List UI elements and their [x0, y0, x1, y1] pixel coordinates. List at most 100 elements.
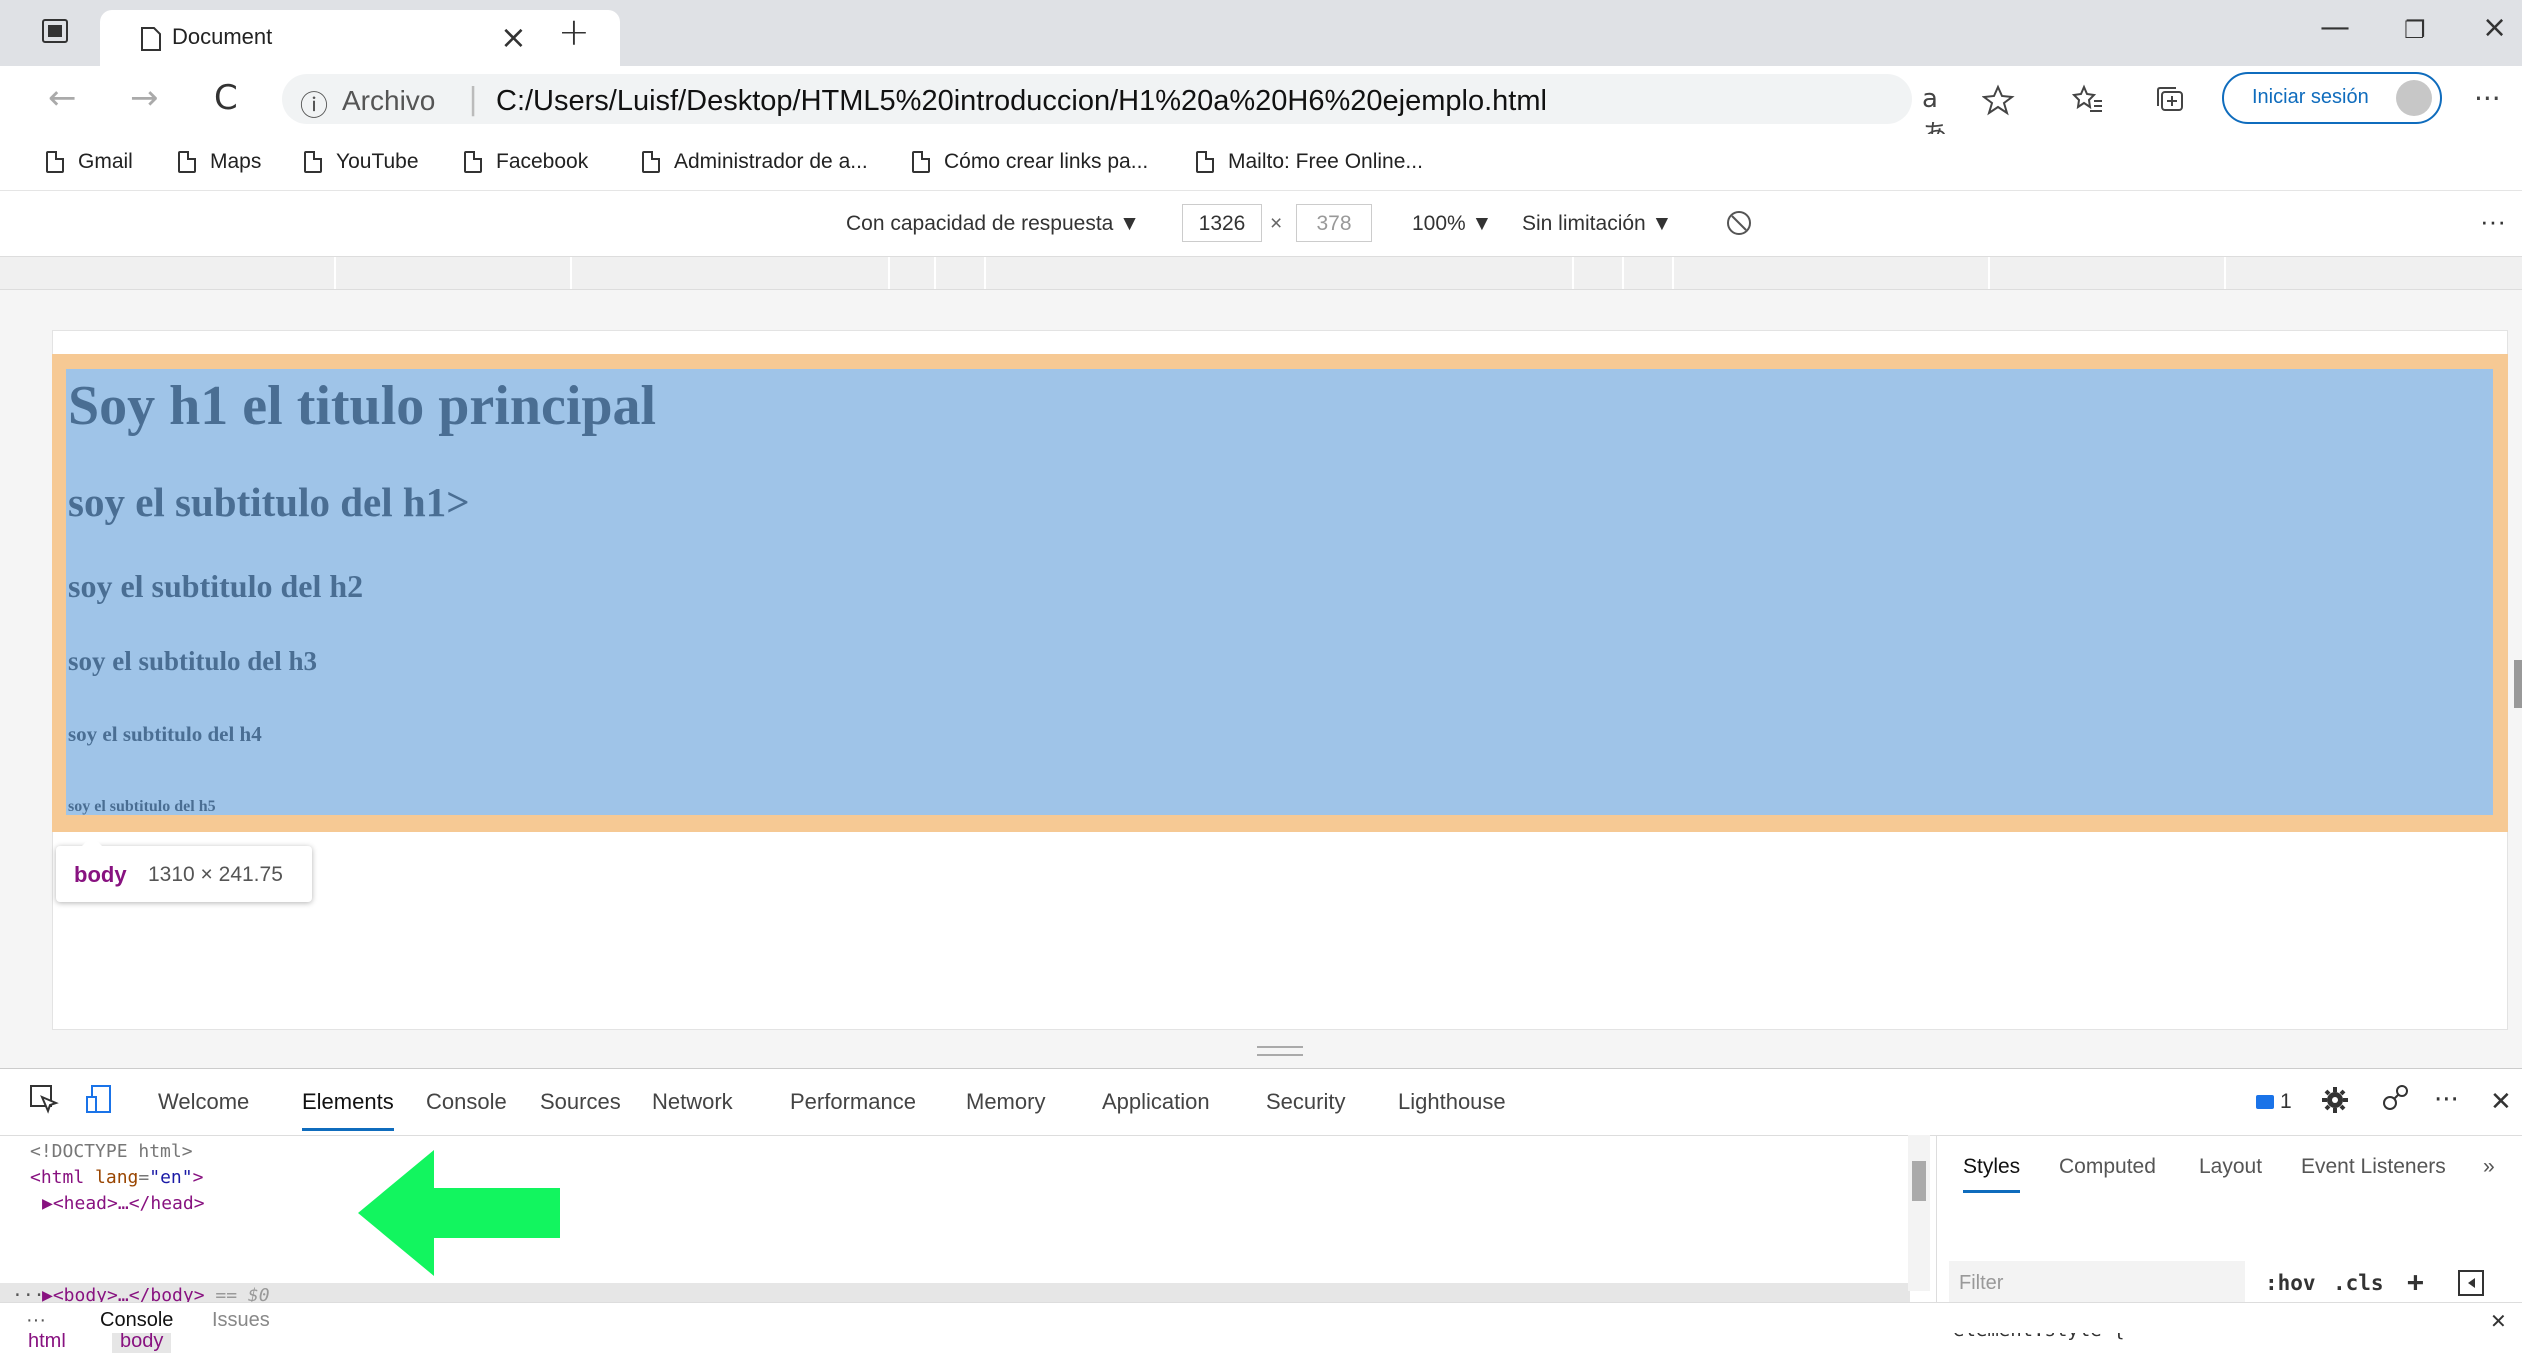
inspect-element-icon[interactable] [28, 1083, 60, 1123]
bookmark-facebook[interactable]: Facebook [464, 146, 588, 178]
tab-styles[interactable]: Styles [1963, 1155, 2021, 1193]
bookmark-mailto[interactable]: Mailto: Free Online... [1196, 146, 1423, 178]
page-icon [304, 151, 322, 173]
page-icon [178, 151, 196, 173]
browser-menu-button[interactable]: ··· [2474, 82, 2501, 115]
signin-button[interactable]: Iniciar sesión [2222, 72, 2442, 124]
address-url[interactable]: C:/Users/Luisf/Desktop/HTML5%20introducc… [496, 85, 1547, 118]
page-icon [140, 26, 162, 51]
rotate-icon[interactable] [1724, 208, 1754, 242]
styles-pane: Styles Computed Layout Event Listeners »… [1936, 1135, 2522, 1341]
dom-doctype: <!DOCTYPE html> [30, 1141, 193, 1162]
styles-more-tabs[interactable]: » [2483, 1155, 2495, 1179]
collections-icon[interactable] [2154, 84, 2186, 121]
tab-title: Document [172, 24, 273, 49]
elements-scroll-thumb[interactable] [1912, 1161, 1926, 1201]
connected-devices-icon[interactable] [2380, 1081, 2412, 1121]
dom-html-node[interactable]: <html lang="en"> [30, 1167, 203, 1188]
address-toolbar: ← → C ⓘ Archivo | C:/Users/Luisf/Desktop… [0, 66, 2522, 150]
dom-head-node[interactable]: ▶<head>…</head> [42, 1193, 205, 1214]
tab-computed[interactable]: Computed [2059, 1155, 2156, 1179]
page-icon [464, 151, 482, 173]
viewport-scrollbar[interactable] [2514, 660, 2522, 708]
heading-h1: Soy h1 el titulo principal [68, 375, 657, 437]
toggle-sidebar-icon[interactable] [2457, 1269, 2485, 1301]
tooltip-size: 1310 × 241.75 [148, 863, 283, 886]
bookmarks-bar: Gmail Maps YouTube Facebook Administrado… [0, 134, 2522, 191]
element-size-tooltip: body 1310 × 241.75 [56, 836, 312, 902]
drawer-tab-console[interactable]: Console [100, 1309, 173, 1332]
dimensions-select[interactable]: Con capacidad de respuesta ▼ [846, 212, 1140, 236]
issues-badge[interactable]: 1 [2256, 1089, 2292, 1115]
reload-button[interactable]: C [214, 78, 238, 118]
breadcrumb-html[interactable]: html [28, 1330, 66, 1353]
heading-h4: soy el subtitulo del h3 [68, 646, 318, 676]
page-icon [46, 151, 64, 173]
tab-actions-icon[interactable] [40, 16, 70, 46]
new-style-rule-button[interactable]: + [2407, 1265, 2424, 1298]
address-scheme: Archivo [342, 85, 436, 116]
dimension-times: × [1270, 212, 1283, 235]
throttle-select[interactable]: Sin limitación ▼ [1522, 212, 1672, 236]
tab-security[interactable]: Security [1266, 1089, 1345, 1115]
tab-network[interactable]: Network [652, 1089, 733, 1115]
drawer-close-button[interactable]: ✕ [2490, 1309, 2507, 1334]
heading-h6: soy el subtitulo del h5 [68, 798, 216, 815]
tooltip-tag: body [74, 862, 127, 887]
heading-h3: soy el subtitulo del h2 [68, 568, 364, 604]
tab-lighthouse[interactable]: Lighthouse [1398, 1089, 1506, 1115]
bookmark-administrador[interactable]: Administrador de a... [642, 146, 868, 178]
device-toolbar-more-button[interactable]: ··· [2480, 206, 2506, 237]
tab-welcome[interactable]: Welcome [158, 1089, 249, 1115]
info-icon[interactable]: ⓘ [300, 84, 328, 124]
bookmark-maps[interactable]: Maps [178, 146, 261, 178]
bookmark-crear-links[interactable]: Cómo crear links pa... [912, 146, 1148, 178]
elements-scrollbar[interactable] [1908, 1135, 1930, 1291]
heading-h2: soy el subtitulo del h1> [68, 479, 470, 525]
width-input[interactable]: 1326 [1182, 204, 1262, 242]
tab-close-icon[interactable]: × [500, 18, 527, 56]
page-icon [912, 151, 930, 173]
styles-filter-input[interactable]: Filter [1949, 1261, 2245, 1303]
message-icon [2256, 1095, 2274, 1109]
drawer-more-button[interactable]: ··· [26, 1309, 46, 1332]
hov-toggle[interactable]: :hov [2265, 1271, 2316, 1295]
restore-button[interactable]: ❐ [2404, 16, 2426, 44]
signin-label: Iniciar sesión [2252, 86, 2369, 108]
minimize-button[interactable]: — [2320, 10, 2350, 45]
elements-tree[interactable]: <!DOCTYPE html> <html lang="en"> ▶<head>… [0, 1135, 1920, 1353]
settings-gear-icon[interactable] [2320, 1085, 2350, 1123]
address-separator: | [468, 82, 479, 117]
drawer-tab-issues[interactable]: Issues [212, 1309, 270, 1332]
bookmark-gmail[interactable]: Gmail [46, 146, 133, 178]
tab-sources[interactable]: Sources [540, 1089, 621, 1115]
tab-event-listeners[interactable]: Event Listeners [2301, 1155, 2446, 1179]
tab-application[interactable]: Application [1102, 1089, 1210, 1115]
forward-button[interactable]: → [130, 78, 159, 118]
back-button[interactable]: ← [48, 78, 77, 118]
new-tab-button[interactable]: + [558, 10, 590, 54]
devtools-more-button[interactable]: ··· [2434, 1085, 2459, 1115]
zoom-select[interactable]: 100% ▼ [1412, 212, 1492, 236]
breadcrumb-body[interactable]: body [112, 1330, 172, 1353]
page-icon [642, 151, 660, 173]
window-close-button[interactable]: × [2482, 10, 2507, 45]
tab-memory[interactable]: Memory [966, 1089, 1045, 1115]
console-drawer: ··· Console Issues ✕ [0, 1302, 2522, 1333]
address-bar[interactable]: ⓘ Archivo | C:/Users/Luisf/Desktop/HTML5… [282, 74, 2015, 150]
tab-document[interactable]: Document × [100, 10, 620, 66]
favorites-icon[interactable] [2071, 84, 2104, 121]
device-toggle-icon[interactable] [84, 1083, 116, 1123]
green-arrow-annotation [358, 1150, 560, 1276]
tab-console[interactable]: Console [426, 1089, 507, 1115]
height-input[interactable]: 378 [1296, 204, 1372, 242]
tab-elements[interactable]: Elements [302, 1089, 394, 1131]
tab-performance[interactable]: Performance [790, 1089, 916, 1115]
viewport-resize-handle[interactable] [1257, 1046, 1303, 1056]
tab-strip: Document × + — ❐ × [0, 0, 2522, 66]
bookmark-youtube[interactable]: YouTube [304, 146, 419, 178]
add-favorite-icon[interactable] [1981, 84, 2016, 123]
devtools-close-button[interactable]: ✕ [2490, 1087, 2512, 1117]
tab-layout[interactable]: Layout [2199, 1155, 2262, 1179]
cls-toggle[interactable]: .cls [2333, 1271, 2384, 1295]
